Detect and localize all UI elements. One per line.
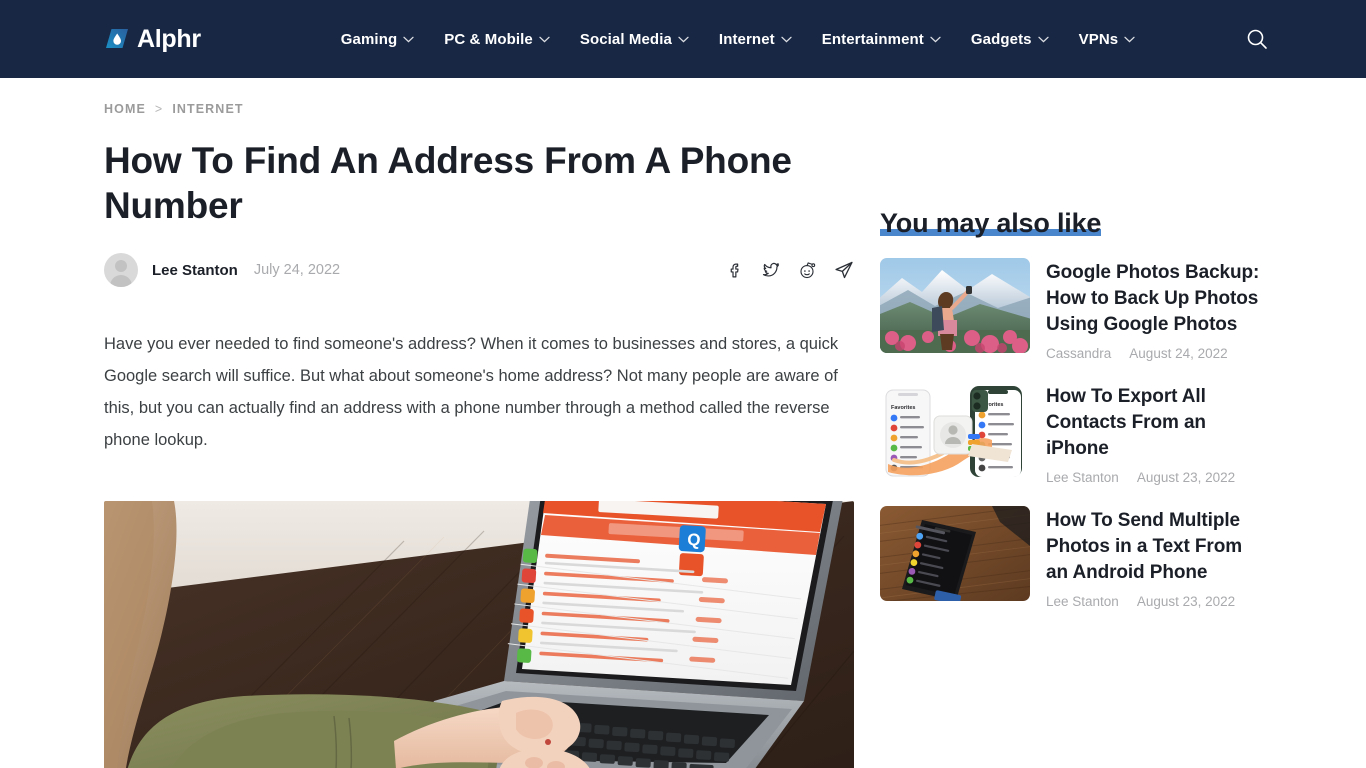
related-meta: Lee Stanton August 23, 2022 [1046,594,1260,609]
alphr-droplet-logo-icon [104,26,130,52]
breadcrumb-separator-icon: > [154,102,164,116]
main-navigation: Gaming PC & Mobile Social Media Internet… [341,31,1135,48]
publish-date: July 24, 2022 [253,262,341,278]
logo-text: Alphr [137,24,201,53]
send-icon[interactable] [834,260,854,280]
nav-label: Gaming [340,30,398,48]
chevron-down-icon [930,36,941,43]
svg-text:Q: Q [687,530,701,550]
related-text-1: Google Photos Backup: How to Back Up Pho… [1046,258,1260,361]
nav-label: Internet [718,30,775,48]
nav-item-gadgets[interactable]: Gadgets [971,31,1049,48]
nav-item-entertainment[interactable]: Entertainment [822,31,941,48]
related-thumbnail-1 [880,258,1030,353]
nav-label: PC & Mobile [444,30,533,48]
chevron-down-icon [539,36,550,43]
sidebar-heading-wrap: You may also like [880,208,1101,238]
article-column: HOME > INTERNET How To Find An Address F… [104,78,854,768]
related-date: August 23, 2022 [1136,594,1236,609]
nav-label: Social Media [579,30,672,48]
breadcrumb-internet[interactable]: INTERNET [172,102,243,116]
svg-text:Favorites: Favorites [891,405,915,411]
breadcrumb-home[interactable]: HOME [104,102,146,116]
nav-item-pc-mobile[interactable]: PC & Mobile [444,31,550,48]
related-thumbnail-3 [880,506,1030,601]
related-thumbnail-2: Favorites Favorites [880,382,1030,477]
twitter-icon[interactable] [762,261,780,279]
list-item[interactable]: How To Send Multiple Photos in a Text Fr… [880,506,1260,609]
list-item[interactable]: Favorites Favorites How To Export All Co… [880,382,1260,485]
related-author: Lee Stanton [1046,470,1119,485]
nav-item-social-media[interactable]: Social Media [580,31,689,48]
related-title[interactable]: How To Export All Contacts From an iPhon… [1046,384,1260,462]
site-logo[interactable]: Alphr [104,26,201,52]
article-intro-paragraph: Have you ever needed to find someone's a… [104,335,839,449]
page-title: How To Find An Address From A Phone Numb… [104,140,792,226]
related-meta: Lee Stanton August 23, 2022 [1046,470,1260,485]
avatar [104,253,138,287]
nav-item-internet[interactable]: Internet [719,31,792,48]
related-title[interactable]: Google Photos Backup: How to Back Up Pho… [1046,260,1260,338]
chevron-down-icon [403,36,414,43]
related-meta: Cassandra August 24, 2022 [1046,346,1260,361]
sidebar-heading: You may also like [880,208,1102,238]
facebook-icon[interactable] [727,262,744,279]
breadcrumb: HOME > INTERNET [104,102,854,116]
nav-label: Entertainment [821,30,924,48]
chevron-down-icon [1037,36,1049,43]
article-byline: Lee Stanton July 24, 2022 [104,252,854,288]
related-author: Lee Stanton [1046,594,1119,609]
chevron-down-icon [678,36,689,43]
nav-item-gaming[interactable]: Gaming [341,31,414,48]
article-hero-image: Q [104,501,854,768]
share-icons [727,260,854,280]
sidebar-you-may-also-like: You may also like Google Photos Backup: … [880,78,1260,768]
related-date: August 24, 2022 [1129,346,1228,361]
author-name[interactable]: Lee Stanton [152,262,238,279]
related-text-3: How To Send Multiple Photos in a Text Fr… [1046,506,1260,609]
chevron-down-icon [1124,36,1135,43]
nav-label: Gadgets [970,30,1032,48]
page-container: HOME > INTERNET How To Find An Address F… [0,78,1366,768]
related-date: August 23, 2022 [1136,470,1236,485]
nav-item-vpns[interactable]: VPNs [1079,31,1136,48]
search-icon[interactable] [1240,22,1274,56]
related-articles-list: Google Photos Backup: How to Back Up Pho… [880,258,1260,609]
site-header: Alphr Gaming PC & Mobile Social Media In… [0,0,1366,78]
reddit-icon[interactable] [798,261,816,279]
nav-label: VPNs [1078,30,1119,48]
related-title[interactable]: How To Send Multiple Photos in a Text Fr… [1046,508,1260,586]
related-text-2: How To Export All Contacts From an iPhon… [1046,382,1260,485]
chevron-down-icon [781,36,792,43]
related-author: Cassandra [1046,346,1112,361]
list-item[interactable]: Google Photos Backup: How to Back Up Pho… [880,258,1260,361]
